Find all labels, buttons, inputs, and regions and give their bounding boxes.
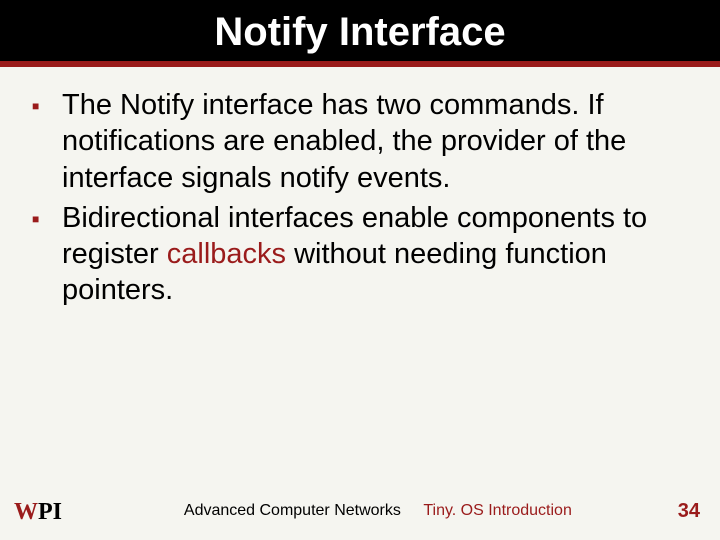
- bullet-item: Bidirectional interfaces enable componen…: [26, 200, 694, 309]
- svg-text:W: W: [14, 499, 38, 525]
- bullet-highlight: callbacks: [167, 238, 286, 270]
- slide-footer: W PI Advanced Computer Networks Tiny. OS…: [0, 496, 720, 526]
- bullet-list: The Notify interface has two commands. I…: [26, 87, 694, 309]
- svg-text:PI: PI: [38, 499, 62, 525]
- footer-center: Advanced Computer Networks Tiny. OS Intr…: [78, 502, 678, 520]
- wpi-logo: W PI: [14, 496, 78, 526]
- slide-content: The Notify interface has two commands. I…: [0, 67, 720, 309]
- bullet-text: The Notify interface has two commands. I…: [62, 89, 626, 194]
- page-number: 34: [678, 500, 700, 523]
- title-bar: Notify Interface: [0, 0, 720, 67]
- footer-course: Advanced Computer Networks: [184, 502, 401, 519]
- bullet-item: The Notify interface has two commands. I…: [26, 87, 694, 196]
- slide-title: Notify Interface: [0, 10, 720, 55]
- footer-topic: Tiny. OS Introduction: [423, 502, 572, 519]
